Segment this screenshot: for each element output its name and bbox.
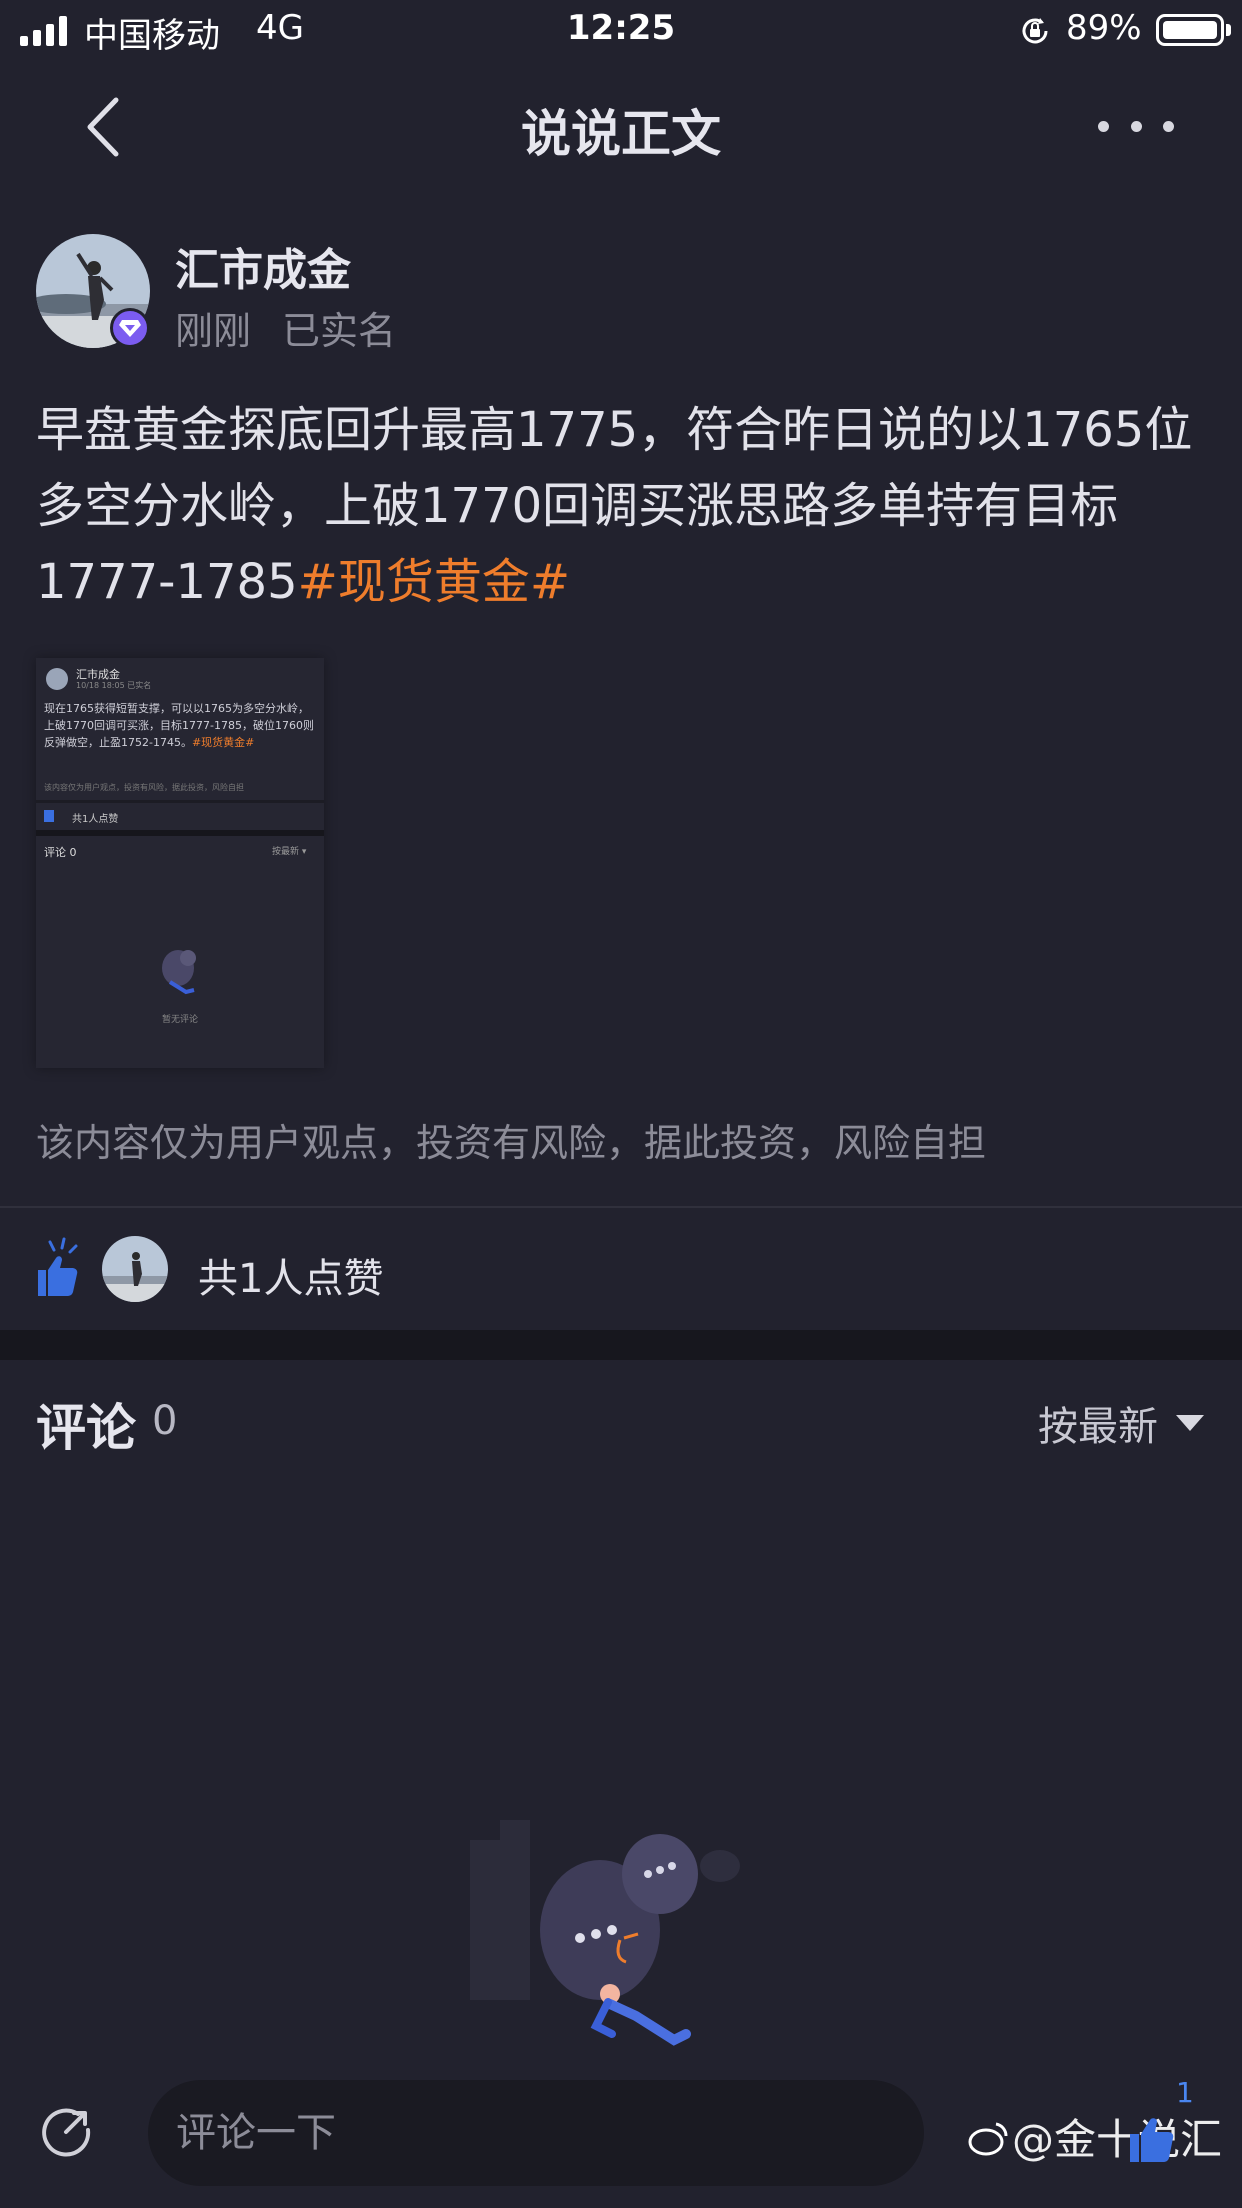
comments-title: 评论 bbox=[36, 1399, 136, 1457]
thumbnail-tag: #现货黄金# bbox=[191, 736, 255, 749]
empty-comments-illustration bbox=[470, 1820, 740, 2046]
thumbnail-body: 现在1765获得短暂支撑，可以以1765为多空分水岭，上破1770回调可买涨，目… bbox=[44, 700, 316, 751]
section-divider bbox=[0, 1330, 1242, 1360]
bottom-like-count: 1 bbox=[1176, 2076, 1194, 2109]
divider bbox=[0, 1206, 1242, 1208]
post-text: 早盘黄金探底回升最高1775，符合昨日说的以1765位多空分水岭，上破1770回… bbox=[36, 402, 1193, 610]
post-body: 早盘黄金探底回升最高1775，符合昨日说的以1765位多空分水岭，上破1770回… bbox=[36, 392, 1206, 620]
post-image[interactable]: 汇市成金 10/18 18:05 已实名 现在1765获得短暂支撑，可以以176… bbox=[36, 658, 324, 1068]
status-time: 12:25 bbox=[566, 8, 676, 48]
post-tag-link[interactable]: #现货黄金# bbox=[298, 554, 570, 610]
thumbnail-sort: 按最新 ▾ bbox=[272, 847, 307, 857]
watermark-text: @金十说汇 bbox=[1012, 2115, 1223, 2164]
thumbnail-comments: 评论 0 bbox=[44, 846, 77, 859]
bottom-thumbs-up-icon[interactable] bbox=[1126, 2108, 1176, 2166]
thumbnail-meta: 10/18 18:05 已实名 bbox=[76, 681, 152, 690]
caret-down-icon bbox=[1176, 1415, 1204, 1431]
thumbs-up-icon[interactable] bbox=[34, 1236, 82, 1300]
post-time: 刚刚 bbox=[175, 309, 252, 353]
comment-input[interactable] bbox=[148, 2080, 924, 2186]
battery-tip bbox=[1226, 24, 1231, 36]
thumbnail-divider-2 bbox=[36, 830, 324, 836]
more-dots-icon bbox=[1098, 120, 1109, 132]
thumbnail-disclaimer: 该内容仅为用户观点，投资有风险，据此投资，风险自担 bbox=[44, 783, 244, 792]
thumbnail-empty-illustration bbox=[162, 950, 196, 995]
rotation-lock-icon bbox=[1022, 18, 1048, 44]
thumbnail-body-text: 现在1765获得短暂支撑，可以以1765为多空分水岭，上破1770回调可买涨，目… bbox=[44, 702, 314, 749]
comments-count: 0 bbox=[152, 1398, 178, 1444]
sort-label: 按最新 bbox=[1038, 1404, 1158, 1450]
thumbnail-likes: 共1人点赞 bbox=[72, 814, 119, 825]
author-name[interactable]: 汇市成金 bbox=[175, 234, 351, 298]
like-count: 共1人点赞 bbox=[198, 1256, 384, 1302]
thumbnail-empty-text: 暂无评论 bbox=[161, 1015, 198, 1025]
more-button[interactable] bbox=[1098, 108, 1174, 144]
thumbnail-avatar bbox=[46, 668, 68, 690]
page-title: 说说正文 bbox=[521, 105, 721, 163]
verified-badge-icon bbox=[110, 308, 150, 348]
disclaimer-text: 该内容仅为用户观点，投资有风险，据此投资，风险自担 bbox=[36, 1121, 987, 1165]
thumbnail-divider bbox=[36, 800, 324, 803]
battery-percent: 89% bbox=[1066, 8, 1142, 48]
thumbnail-like-icon bbox=[44, 810, 54, 822]
share-button[interactable] bbox=[38, 2104, 94, 2160]
verification-label: 已实名 bbox=[282, 309, 397, 353]
battery-icon bbox=[1156, 14, 1224, 46]
status-bar: 中国移动 4G 12:25 89% bbox=[0, 0, 1242, 62]
liker-avatar[interactable] bbox=[102, 1236, 168, 1302]
sort-dropdown[interactable]: 按最新 bbox=[1038, 1394, 1204, 1452]
